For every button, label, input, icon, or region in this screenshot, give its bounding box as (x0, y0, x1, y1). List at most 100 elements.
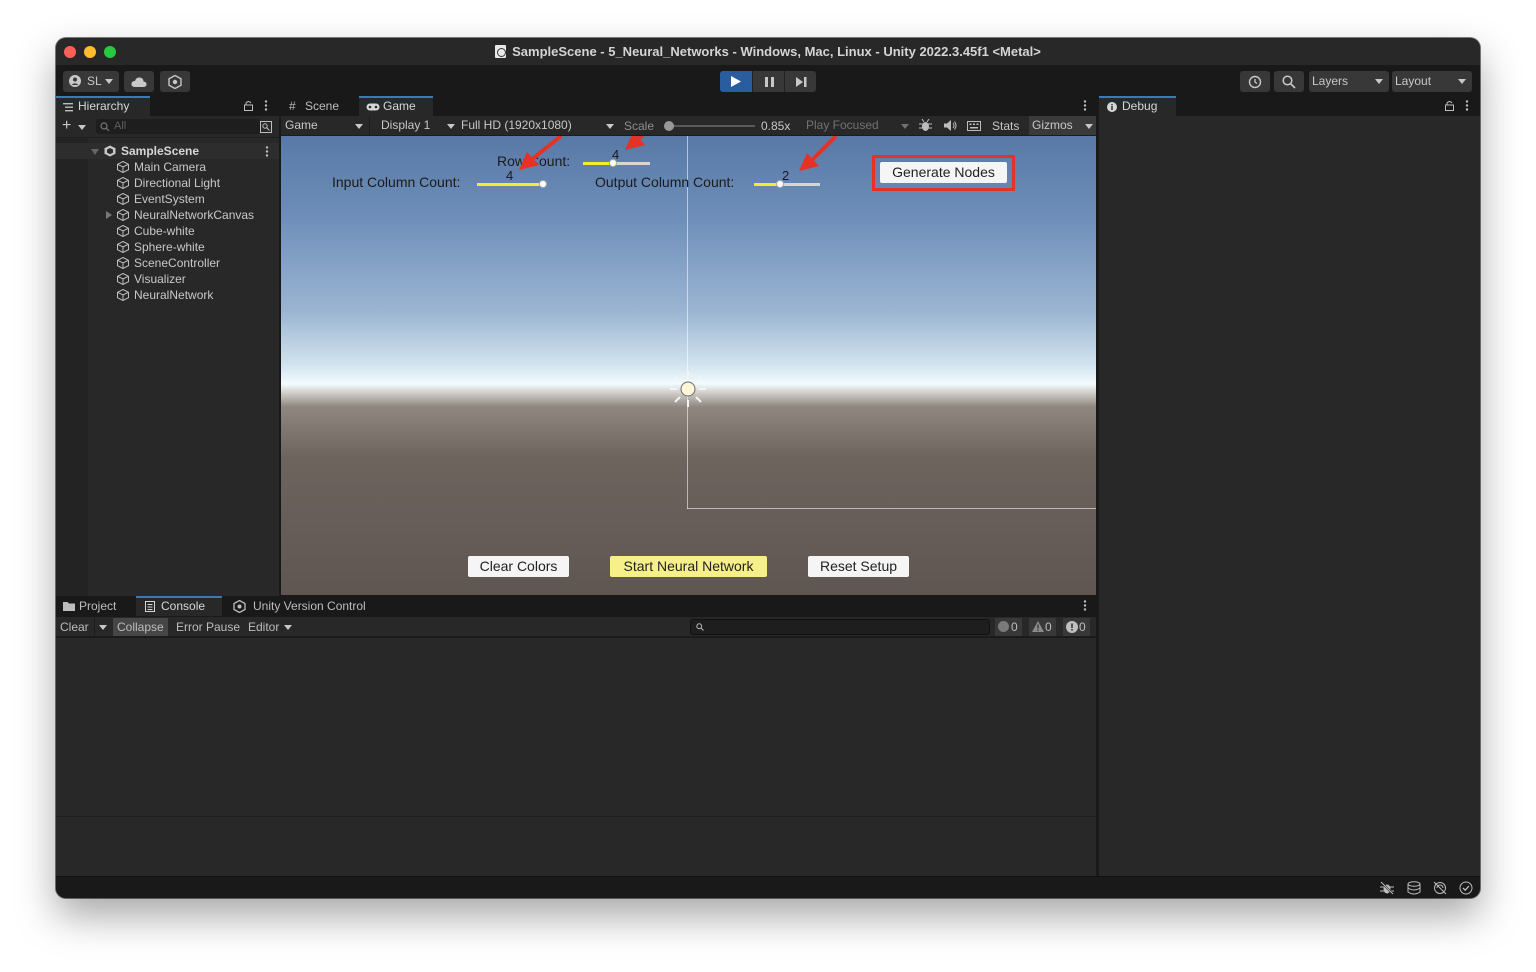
step-button[interactable] (784, 71, 816, 92)
cache-server-icon[interactable] (1407, 881, 1421, 895)
scale-slider-knob[interactable] (664, 121, 674, 131)
scale-label: Scale (624, 119, 655, 133)
gamepad-icon (366, 103, 380, 111)
project-tab-label: Project (79, 599, 117, 613)
gameobject-icon (117, 289, 129, 301)
main-toolbar: SL Layers Layout (56, 66, 1480, 96)
auto-generate-lighting-icon[interactable] (1433, 881, 1447, 895)
scale-slider[interactable] (664, 121, 755, 131)
stats-button[interactable]: Stats (992, 119, 1019, 133)
chevron-down-icon (606, 124, 614, 129)
gameobject-icon (117, 241, 129, 253)
console-toolbar: Clear Collapse Error Pause Editor 0 0 0 (56, 617, 1096, 637)
pause-icon (765, 77, 774, 87)
annotation-arrows (519, 136, 838, 171)
kebab-menu-icon[interactable] (1465, 100, 1469, 111)
gameobject-icon (117, 273, 129, 285)
layers-label: Layers (1312, 74, 1349, 88)
lock-icon[interactable] (1445, 100, 1454, 111)
console-editor-dropdown[interactable]: Editor (244, 618, 296, 636)
hierarchy-item-scene-controller[interactable]: SceneController (56, 255, 279, 271)
debug-tab-label: Debug (1122, 99, 1158, 113)
kebab-menu-icon[interactable] (1083, 600, 1087, 611)
pause-button[interactable] (752, 71, 784, 92)
undo-history-button[interactable] (1240, 71, 1270, 92)
search-options-icon[interactable] (260, 121, 272, 133)
layout-dropdown[interactable]: Layout (1392, 71, 1472, 92)
account-dropdown[interactable]: SL (63, 71, 119, 92)
chevron-down-icon (1458, 79, 1466, 84)
hierarchy-scene-row[interactable]: SampleScene (56, 143, 279, 159)
error-icon (1066, 621, 1078, 633)
hierarchy-search-input[interactable]: All (96, 119, 260, 134)
tab-unity-version-control[interactable]: Unity Version Control (226, 596, 376, 616)
warning-icon (1032, 621, 1044, 632)
info-count-value: 0 (1011, 620, 1018, 634)
kebab-menu-icon[interactable] (264, 100, 268, 111)
console-info-count[interactable]: 0 (995, 618, 1022, 636)
hierarchy-item-label: SceneController (134, 256, 221, 270)
warning-count-value: 0 (1045, 620, 1052, 634)
clear-colors-button[interactable]: Clear Colors (468, 556, 569, 577)
hierarchy-tabbar: Hierarchy (56, 96, 279, 116)
gameobject-icon (117, 161, 129, 173)
gizmos-dropdown[interactable]: Gizmos (1029, 116, 1096, 135)
hierarchy-item-neural-network-canvas[interactable]: NeuralNetworkCanvas (56, 207, 279, 223)
tab-scene[interactable]: # Scene (281, 96, 358, 116)
clear-options-dropdown[interactable] (94, 618, 111, 636)
debugger-icon[interactable] (1380, 881, 1394, 895)
debug-tabbar: Debug (1099, 96, 1480, 116)
view-type-dropdown[interactable]: Game (281, 116, 370, 135)
lock-icon[interactable] (244, 100, 253, 111)
play-button[interactable] (720, 71, 752, 92)
kebab-menu-icon[interactable] (1083, 100, 1087, 111)
console-log-list[interactable] (56, 638, 1096, 816)
window-title: SampleScene - 5_Neural_Networks - Window… (512, 44, 1041, 59)
game-view-viewport[interactable]: Row Count: 4 Input Column Count: 4 Outpu… (281, 136, 1096, 595)
hierarchy-item-neural-network[interactable]: NeuralNetwork (56, 287, 279, 303)
audio-mute-icon[interactable] (944, 120, 957, 131)
hierarchy-item-cube-white[interactable]: Cube-white (56, 223, 279, 239)
console-search-input[interactable] (690, 619, 990, 635)
hierarchy-item-sphere-white[interactable]: Sphere-white (56, 239, 279, 255)
keyboard-icon[interactable] (967, 121, 981, 131)
bug-icon[interactable] (919, 119, 932, 132)
error-count-value: 0 (1079, 620, 1086, 634)
red-arrow-icon (519, 136, 563, 170)
kebab-menu-icon[interactable] (265, 146, 269, 157)
layers-dropdown[interactable]: Layers (1309, 71, 1389, 92)
game-view-toolbar: Game Display 1 Full HD (1920x1080) Scale… (281, 116, 1096, 136)
title-bar: SampleScene - 5_Neural_Networks - Window… (56, 38, 1480, 66)
hierarchy-item-event-system[interactable]: EventSystem (56, 191, 279, 207)
search-button[interactable] (1274, 71, 1304, 92)
console-collapse-toggle[interactable]: Collapse (113, 618, 168, 636)
console-clear-button[interactable]: Clear (56, 618, 93, 636)
start-neural-network-button[interactable]: Start Neural Network (610, 556, 767, 577)
hierarchy-item-label: Cube-white (134, 224, 195, 238)
console-warning-count[interactable]: 0 (1029, 618, 1056, 636)
hierarchy-item-main-camera[interactable]: Main Camera (56, 159, 279, 175)
play-focused-dropdown[interactable]: Play Focused (801, 116, 911, 135)
tab-debug[interactable]: Debug (1099, 96, 1176, 116)
resolution-dropdown[interactable]: Full HD (1920x1080) (457, 116, 617, 135)
tab-project[interactable]: Project (56, 596, 134, 616)
tab-hierarchy[interactable]: Hierarchy (56, 96, 150, 116)
console-error-count[interactable]: 0 (1063, 618, 1090, 636)
view-type-label: Game (285, 118, 318, 132)
cloud-button[interactable] (124, 71, 154, 92)
create-add-button[interactable]: + (62, 118, 71, 134)
window-title-container: SampleScene - 5_Neural_Networks - Window… (56, 44, 1480, 59)
collab-button[interactable] (160, 71, 190, 92)
hierarchy-item-directional-light[interactable]: Directional Light (56, 175, 279, 191)
console-icon (145, 601, 155, 612)
checkmark-circle-icon[interactable] (1459, 881, 1473, 895)
display-dropdown[interactable]: Display 1 (377, 116, 457, 135)
reset-setup-button[interactable]: Reset Setup (808, 556, 909, 577)
hierarchy-item-visualizer[interactable]: Visualizer (56, 271, 279, 287)
expand-arrow-icon[interactable] (106, 211, 112, 219)
tab-game[interactable]: Game (359, 96, 433, 116)
tab-console[interactable]: Console (136, 596, 222, 616)
console-detail-area (56, 816, 1096, 876)
console-error-pause-toggle[interactable]: Error Pause (172, 618, 244, 636)
hierarchy-item-label: Directional Light (134, 176, 221, 190)
